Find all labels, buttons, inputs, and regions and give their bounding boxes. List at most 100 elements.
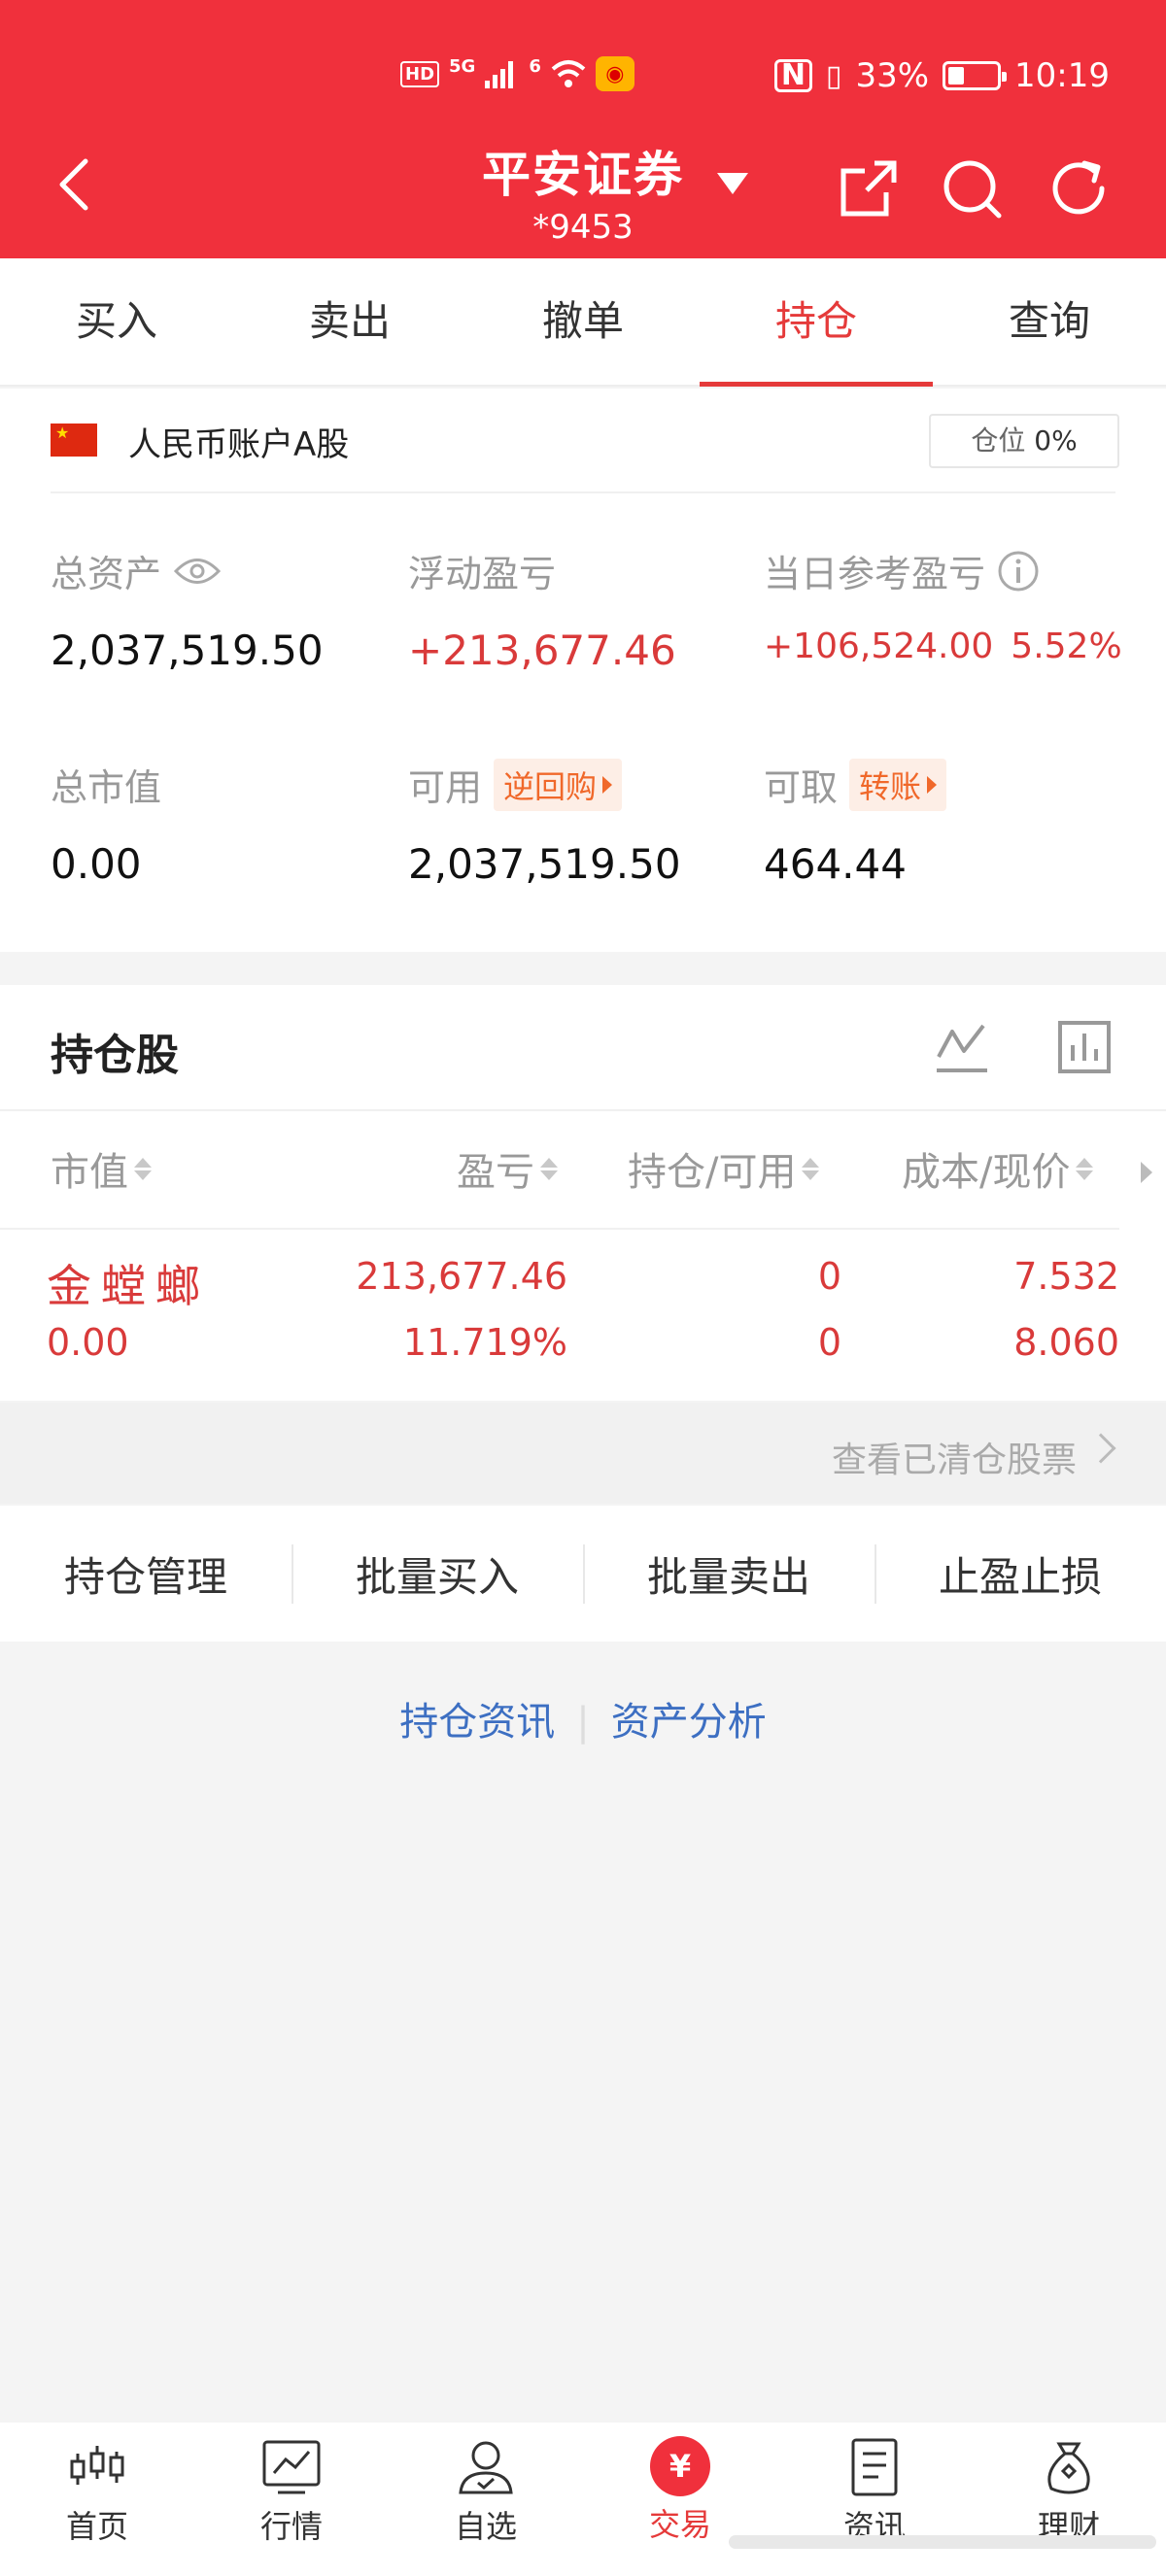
nav-news[interactable]: 资讯 xyxy=(777,2423,972,2576)
metric-floating-pl: 浮动盈亏 +213,677.46 xyxy=(408,544,676,674)
nfc-icon: N xyxy=(773,59,812,92)
nav-label: 自选 xyxy=(454,2508,517,2545)
reverse-repo-label: 逆回购 xyxy=(503,767,598,805)
metric-available: 可用 逆回购 2,037,519.50 xyxy=(408,758,681,888)
metric-daily-pl: 当日参考盈亏 +106,524.00 5.52% xyxy=(764,544,1122,666)
nav-wealth[interactable]: 理财 xyxy=(972,2423,1166,2576)
status-bar: HD 5G 6 ◉ N ▯ 33% 10:19 xyxy=(0,56,1166,105)
info-links: 持仓资讯 | 资产分析 xyxy=(0,1690,1166,1746)
share-icon[interactable] xyxy=(836,155,902,221)
scroll-right-icon[interactable] xyxy=(1141,1162,1152,1183)
floating-pl-label: 浮动盈亏 xyxy=(408,553,557,595)
wifi-icon xyxy=(551,60,586,87)
column-label: 成本/现价 xyxy=(902,1150,1071,1195)
sort-icon xyxy=(1076,1157,1094,1180)
tab-sell[interactable]: 卖出 xyxy=(233,258,466,385)
position-value: 0% xyxy=(1034,424,1078,457)
divider xyxy=(0,1228,1119,1230)
holdings-section: 持仓股 市值 盈亏 持仓/可用 成本/现价 金螳螂 0.00 213,677.4… xyxy=(0,985,1166,1401)
dropdown-caret-icon[interactable] xyxy=(717,173,748,194)
arrow-right-icon xyxy=(602,775,613,794)
refresh-icon[interactable] xyxy=(1046,155,1112,221)
info-icon[interactable] xyxy=(997,550,1040,593)
reverse-repo-button[interactable]: 逆回购 xyxy=(494,758,623,811)
daily-pl-value: +106,524.00 xyxy=(764,627,994,666)
position-ratio-badge: 仓位 0% xyxy=(929,414,1119,468)
divider: | xyxy=(576,1700,590,1745)
market-chart-icon xyxy=(262,2440,321,2494)
stock-available: 0 xyxy=(817,1321,841,1364)
daily-pl-percent: 5.52% xyxy=(1011,627,1122,666)
news-document-icon xyxy=(851,2438,898,2496)
signal-icon xyxy=(485,59,514,88)
column-header-cost-price[interactable]: 成本/现价 xyxy=(902,1140,1094,1197)
position-label: 仓位 xyxy=(971,424,1026,457)
nav-label: 首页 xyxy=(65,2508,128,2545)
sort-icon xyxy=(134,1157,152,1180)
battery-icon xyxy=(943,61,1008,90)
market-value-value: 0.00 xyxy=(51,840,142,888)
position-actions: 持仓管理 批量买入 批量卖出 止盈止损 xyxy=(0,1506,1166,1642)
clock: 10:19 xyxy=(1014,56,1110,95)
line-chart-icon[interactable] xyxy=(933,1018,991,1076)
account-name: 人民币账户A股 xyxy=(128,425,350,464)
money-bag-icon xyxy=(1047,2442,1090,2494)
user-favorite-icon xyxy=(459,2441,513,2494)
network-type: 5G xyxy=(449,56,476,77)
stock-pl: 213,677.46 xyxy=(356,1255,567,1298)
stock-position: 0 xyxy=(817,1255,841,1298)
tab-query[interactable]: 查询 xyxy=(933,258,1166,385)
total-assets-value: 2,037,519.50 xyxy=(51,627,324,674)
asset-analysis-link[interactable]: 资产分析 xyxy=(611,1700,767,1745)
available-value: 2,037,519.50 xyxy=(408,840,681,888)
wifi-type: 6 xyxy=(529,56,541,77)
hd-icon: HD xyxy=(400,60,440,87)
market-value-label: 总市值 xyxy=(51,766,162,809)
view-cleared-stocks-link[interactable]: 查看已清仓股票 xyxy=(0,1403,1166,1504)
yen-icon: ¥ xyxy=(650,2436,710,2496)
stock-pl-percent: 11.719% xyxy=(402,1321,567,1364)
column-label: 市值 xyxy=(51,1150,128,1195)
position-management-button[interactable]: 持仓管理 xyxy=(0,1544,292,1604)
account-summary: ★ 人民币账户A股 仓位 0% 总资产 2,037,519.50 浮动盈亏 +2… xyxy=(0,389,1166,952)
vibrate-icon: ▯ xyxy=(825,58,842,93)
divider xyxy=(0,1109,1166,1111)
divider xyxy=(51,491,1115,493)
trade-tabs: 买入 卖出 撤单 持仓 查询 xyxy=(0,258,1166,387)
metric-withdrawable: 可取 转账 464.44 xyxy=(764,758,947,888)
column-header-pl[interactable]: 盈亏 xyxy=(457,1140,558,1197)
holdings-news-link[interactable]: 持仓资讯 xyxy=(399,1700,555,1745)
stock-market-value: 0.00 xyxy=(47,1321,129,1364)
chevron-right-icon xyxy=(1085,1433,1116,1464)
tab-cancel-order[interactable]: 撤单 xyxy=(466,258,700,385)
search-icon[interactable] xyxy=(939,155,1005,221)
batch-buy-button[interactable]: 批量买入 xyxy=(292,1543,583,1604)
transfer-label: 转账 xyxy=(859,767,922,805)
sort-icon xyxy=(802,1157,820,1180)
nav-home[interactable]: 首页 xyxy=(0,2423,194,2576)
stop-profit-loss-button[interactable]: 止盈止损 xyxy=(874,1543,1166,1604)
app-header: HD 5G 6 ◉ N ▯ 33% 10:19 平安证券 *9453 xyxy=(0,0,1166,258)
nav-label: 交易 xyxy=(648,2506,711,2543)
nav-market[interactable]: 行情 xyxy=(194,2423,389,2576)
weibo-icon: ◉ xyxy=(595,56,634,91)
column-header-position[interactable]: 持仓/可用 xyxy=(628,1140,820,1197)
tab-buy[interactable]: 买入 xyxy=(0,258,233,385)
transfer-button[interactable]: 转账 xyxy=(849,758,947,811)
floating-pl-value: +213,677.46 xyxy=(408,627,676,674)
nav-trade[interactable]: ¥ 交易 xyxy=(583,2423,777,2576)
metric-market-value: 总市值 0.00 xyxy=(51,758,161,888)
home-indicator xyxy=(729,2535,1156,2549)
stock-price: 8.060 xyxy=(1013,1321,1119,1364)
cleared-link-label: 查看已清仓股票 xyxy=(831,1441,1077,1480)
holdings-title: 持仓股 xyxy=(51,1031,179,1080)
eye-icon[interactable] xyxy=(173,555,222,588)
battery-percent: 33% xyxy=(855,56,930,95)
tab-positions[interactable]: 持仓 xyxy=(700,258,933,387)
column-header-market-value[interactable]: 市值 xyxy=(51,1140,152,1197)
batch-sell-button[interactable]: 批量卖出 xyxy=(583,1543,874,1604)
bar-chart-icon[interactable] xyxy=(1055,1018,1114,1076)
available-label: 可用 xyxy=(408,766,483,809)
daily-pl-label: 当日参考盈亏 xyxy=(764,553,986,595)
nav-watchlist[interactable]: 自选 xyxy=(389,2423,583,2576)
